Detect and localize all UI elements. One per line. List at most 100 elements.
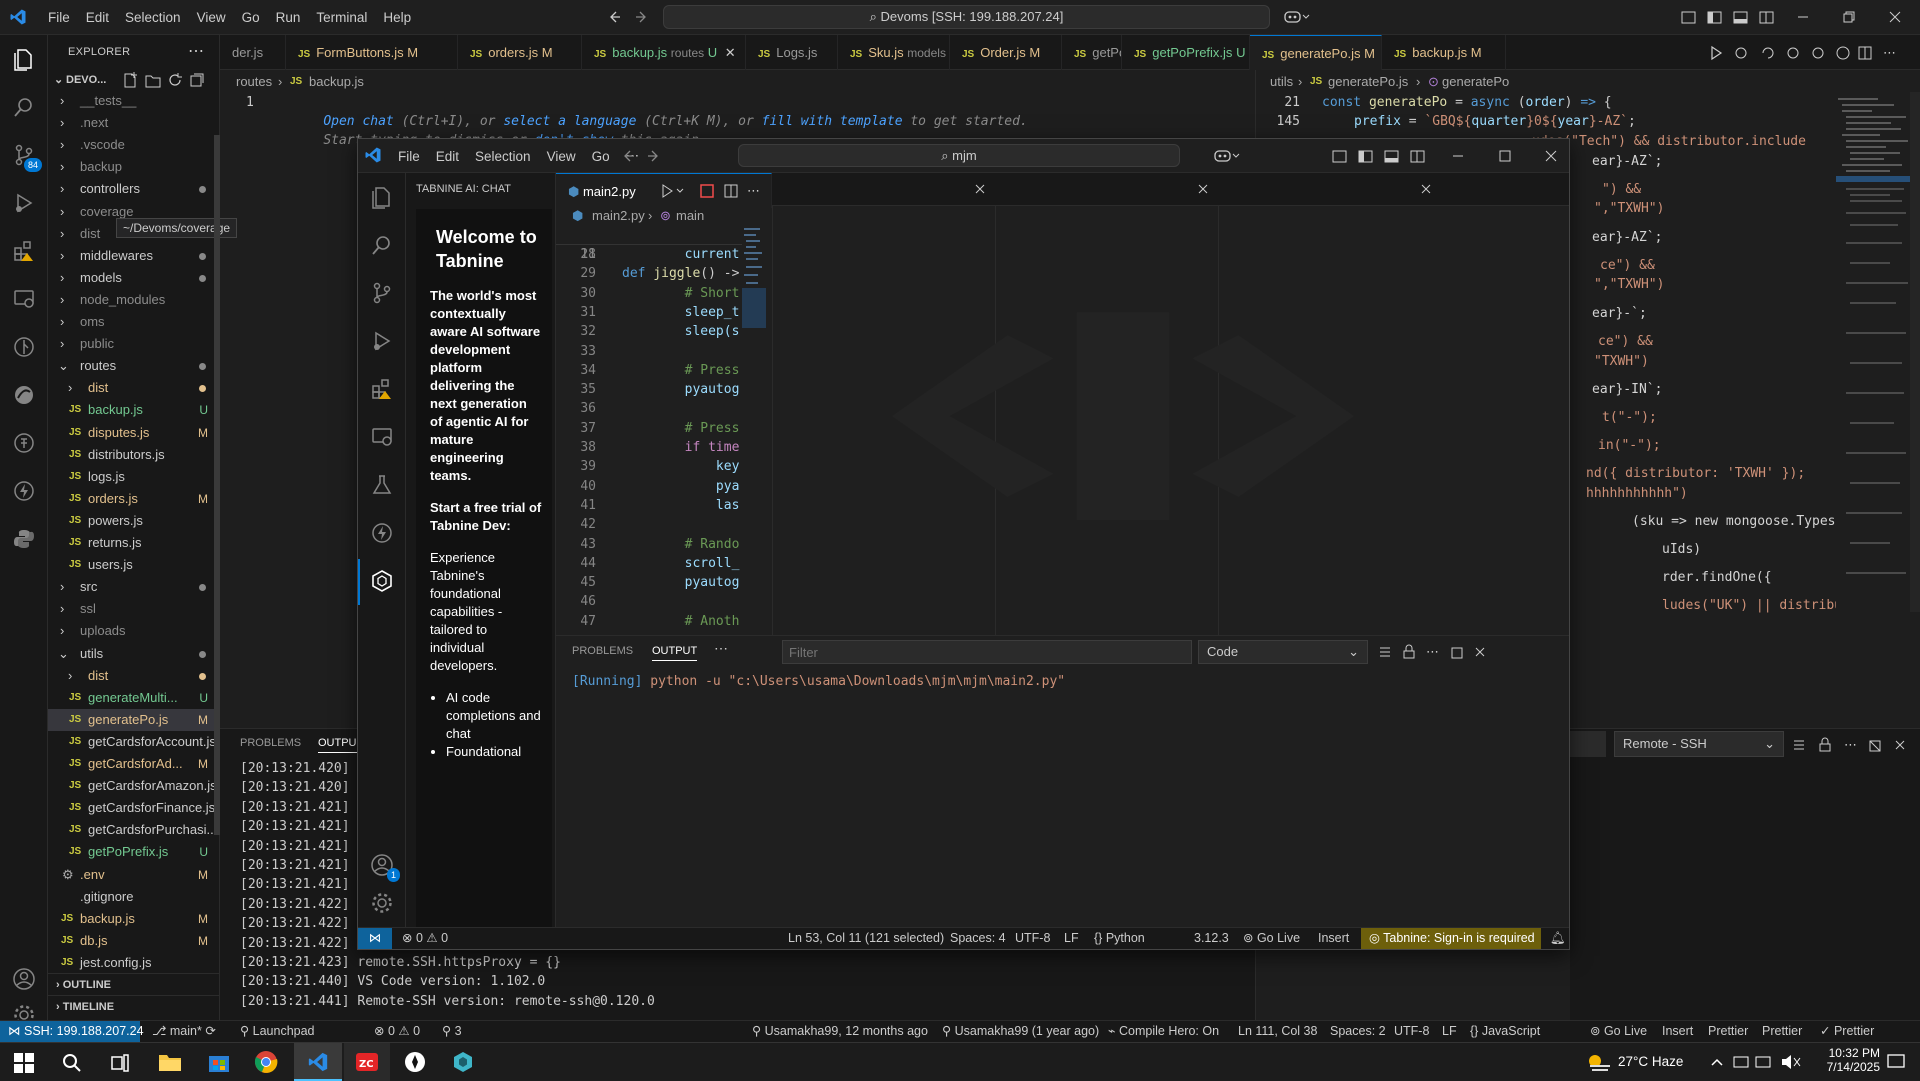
compile-hero[interactable]: ⌁ Compile Hero: On bbox=[1108, 1021, 1219, 1042]
tree-file[interactable]: JS getCardsforFinance.js bbox=[48, 797, 220, 819]
extensions-icon[interactable] bbox=[370, 377, 394, 401]
timeline-section[interactable]: › TIMELINE bbox=[48, 995, 220, 1017]
editor-run-actions[interactable]: ⋯ bbox=[661, 183, 771, 199]
account-icon[interactable]: 1 bbox=[370, 853, 400, 882]
run-debug-icon[interactable] bbox=[12, 191, 36, 215]
cursor-position[interactable]: Ln 111, Col 38 bbox=[1238, 1021, 1317, 1042]
crumb-main[interactable]: main bbox=[676, 208, 704, 223]
editor-tab[interactable]: JS backup.js routes U ✕ bbox=[582, 35, 746, 70]
filter-input-edge[interactable] bbox=[1570, 731, 1606, 757]
python-icon[interactable] bbox=[12, 527, 36, 551]
weather-text[interactable]: 27°C Haze bbox=[1618, 1054, 1683, 1069]
tab-problems[interactable]: PROBLEMS bbox=[240, 737, 301, 749]
close-window-button[interactable] bbox=[1544, 149, 1558, 163]
app-hex-icon[interactable] bbox=[452, 1051, 474, 1073]
tree-folder[interactable]: › .next bbox=[48, 112, 220, 134]
docker-icon[interactable] bbox=[12, 431, 36, 455]
thunder-client-icon[interactable] bbox=[12, 479, 36, 503]
inner-code-editor[interactable]: 11 def jiggle() -> 28 current2930 # Shor… bbox=[556, 226, 742, 635]
crumb-generatepo[interactable]: generatePo.js bbox=[1328, 74, 1408, 89]
editor-tab[interactable]: JSgetPoPre ⋯ bbox=[1062, 35, 1122, 70]
tree-file[interactable]: JS generatePo.js M bbox=[48, 708, 220, 731]
cursor-position[interactable]: Ln 53, Col 11 (121 selected) bbox=[788, 928, 944, 949]
inner-command-center[interactable]: ⌕ mjm bbox=[738, 144, 1180, 167]
explorer-icon[interactable] bbox=[370, 185, 394, 209]
crumb-utils[interactable]: utils bbox=[1270, 74, 1293, 89]
restore-button[interactable] bbox=[1842, 10, 1856, 24]
go-live[interactable]: Go Live bbox=[1257, 931, 1300, 945]
remote-indicator[interactable]: ⋈ bbox=[358, 928, 392, 949]
collapse-all-icon[interactable] bbox=[188, 69, 206, 91]
tree-folder[interactable]: ⌄ routes bbox=[48, 355, 220, 377]
left-editor[interactable]: 1 Open chat (Ctrl+I), or select a langua… bbox=[220, 92, 1255, 148]
file-explorer-icon[interactable] bbox=[158, 1051, 182, 1073]
editor-tab[interactable]: JSgeneratePo.js M ✕ bbox=[1250, 35, 1382, 70]
menu-terminal[interactable]: Terminal bbox=[308, 10, 375, 25]
run-debug-icon[interactable] bbox=[370, 329, 394, 353]
insert-mode[interactable]: Insert bbox=[1318, 928, 1349, 949]
tree-file[interactable]: JS backup.js U bbox=[48, 399, 220, 421]
tab-output[interactable]: OUTPUT bbox=[652, 645, 698, 661]
tree-folder[interactable]: › oms bbox=[48, 311, 220, 333]
tabnine-status[interactable]: ◎ Tabnine: Sign-in is required bbox=[1361, 928, 1541, 949]
ports-count[interactable]: ⚲ 3 bbox=[442, 1021, 462, 1042]
problems-count[interactable]: ⊗ 0 ⚠ 0 bbox=[402, 928, 448, 949]
fill-template-link[interactable]: fill with template bbox=[762, 114, 903, 129]
zoho-icon[interactable]: ZC bbox=[344, 1043, 390, 1081]
tree-folder[interactable]: › node_modules bbox=[48, 289, 220, 311]
language-mode[interactable]: JavaScript bbox=[1482, 1024, 1540, 1038]
insert-mode[interactable]: Insert bbox=[1662, 1021, 1693, 1042]
inner-menu-go[interactable]: Go bbox=[584, 149, 618, 164]
minimize-button[interactable] bbox=[1796, 10, 1810, 24]
explorer-root[interactable]: ⌄ DEVO... bbox=[48, 69, 220, 91]
tree-folder[interactable]: › .vscode bbox=[48, 134, 220, 156]
close-group-icon[interactable] bbox=[974, 183, 986, 195]
tree-folder[interactable]: › models bbox=[48, 267, 220, 289]
refresh-icon[interactable] bbox=[166, 69, 184, 91]
source-control-icon[interactable] bbox=[370, 281, 394, 305]
explorer-icon[interactable] bbox=[12, 47, 36, 71]
tree-folder[interactable]: › controllers bbox=[48, 178, 220, 200]
tree-file[interactable]: JS orders.js M bbox=[48, 488, 220, 510]
nav-back-icon[interactable] bbox=[620, 148, 636, 164]
menu-file[interactable]: File bbox=[40, 10, 78, 25]
tree-file[interactable]: JS getCardsforAd... M bbox=[48, 753, 220, 775]
output-channel-select[interactable]: Remote - SSH ⌄ bbox=[1614, 731, 1784, 757]
editor-tab[interactable]: JS FormButtons.js M bbox=[286, 35, 458, 70]
inner-menu-file[interactable]: File bbox=[390, 149, 428, 164]
problems-count[interactable]: ⊗ 0 ⚠ 0 bbox=[374, 1021, 420, 1042]
close-tab-icon[interactable]: ✕ bbox=[725, 45, 736, 60]
search-icon[interactable] bbox=[62, 1053, 82, 1073]
tree-file[interactable]: JS getPoPrefix.js U bbox=[48, 841, 220, 863]
indentation[interactable]: Spaces: 2 bbox=[1330, 1021, 1386, 1042]
language-mode[interactable]: Python bbox=[1106, 931, 1145, 945]
tree-file[interactable]: JS db.js M bbox=[48, 930, 220, 952]
inner-menu-selection[interactable]: Selection bbox=[467, 149, 539, 164]
tree-file[interactable]: JS disputes.js M bbox=[48, 422, 220, 444]
more-panels-icon[interactable]: ⋯ bbox=[714, 640, 728, 657]
windows-start-icon[interactable] bbox=[14, 1053, 34, 1073]
chrome-icon[interactable] bbox=[254, 1050, 278, 1074]
tree-file[interactable]: JS returns.js bbox=[48, 532, 220, 554]
layout-toggle-icons[interactable] bbox=[1681, 10, 1777, 26]
remote-explorer-icon[interactable] bbox=[370, 425, 394, 449]
prettier-1[interactable]: Prettier bbox=[1708, 1021, 1748, 1042]
output-channel-select[interactable]: Code ⌄ bbox=[1198, 640, 1368, 664]
close-group-icon[interactable] bbox=[1420, 183, 1432, 195]
tree-file[interactable]: JS generateMulti... U bbox=[48, 687, 220, 709]
minimap[interactable] bbox=[1836, 92, 1910, 612]
search-icon[interactable] bbox=[12, 95, 36, 119]
editor-tab[interactable]: JS Logs.js bbox=[746, 35, 838, 70]
vscode-taskbar-button[interactable] bbox=[294, 1043, 342, 1081]
inner-menu-view[interactable]: View bbox=[539, 149, 584, 164]
python-version[interactable]: 3.12.3 bbox=[1194, 928, 1229, 949]
timeline-icon[interactable] bbox=[12, 383, 36, 407]
tree-folder[interactable]: › src bbox=[48, 576, 220, 598]
store-icon[interactable] bbox=[208, 1051, 230, 1073]
settings-gear-icon[interactable] bbox=[370, 891, 394, 915]
branch-indicator[interactable]: ⎇ main* ⟳ bbox=[152, 1021, 216, 1042]
launchpad[interactable]: ⚲ Launchpad bbox=[240, 1021, 315, 1042]
tree-folder[interactable]: › backup bbox=[48, 156, 220, 178]
copilot-icon[interactable] bbox=[1214, 148, 1240, 164]
tree-file[interactable]: JS users.js bbox=[48, 554, 220, 576]
